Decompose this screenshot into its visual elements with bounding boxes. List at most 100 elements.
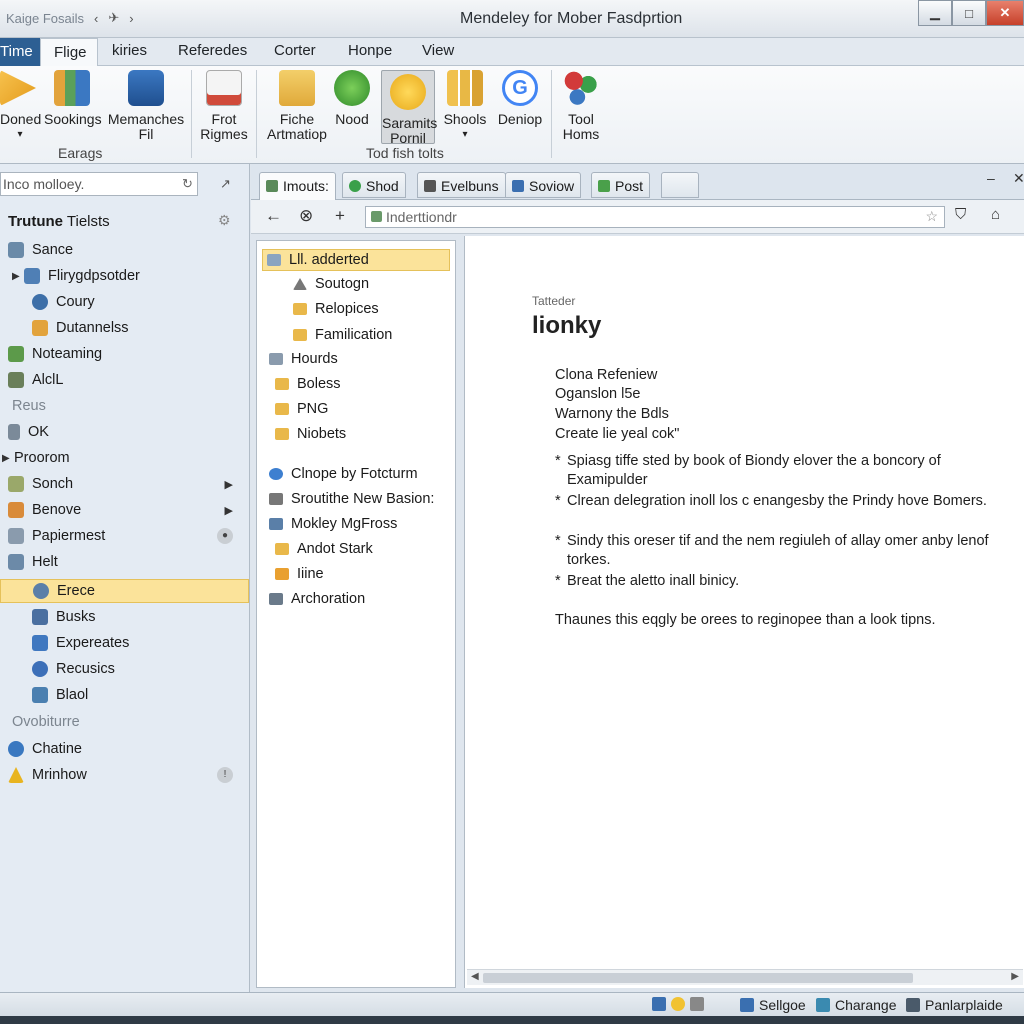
tab-label: Imouts: [283,178,329,194]
smiley-icon[interactable] [671,997,685,1011]
folder-item-selected[interactable]: Lll. adderted [262,249,450,271]
search-input[interactable]: Inco molloey. [0,172,198,196]
sidebar-item[interactable]: Chatine [0,737,249,761]
menu-tab[interactable]: Corter [274,42,316,59]
sidebar-item[interactable]: Mrinhow! [0,763,249,787]
shield-icon[interactable]: ⛉ [955,206,966,223]
back-arrow-icon[interactable]: ← [265,206,282,226]
document-bullet: Spiasg tiffe sted by book of Biondy elov… [555,452,995,490]
menu-file[interactable]: Time [0,38,40,66]
settings-icon[interactable]: ⚙ [218,212,231,229]
sidebar-item[interactable]: Helt [0,550,249,574]
collapse-icon[interactable]: ↗ [220,176,231,192]
ribbon-button-sookings[interactable]: Sookings [44,70,102,127]
sidebar-item[interactable]: Blaol [0,683,249,707]
sidebar-item[interactable]: ▶ Flirygdpsotder [0,264,249,288]
search-icon[interactable]: ↻ [182,176,193,192]
sidebar-item-selected[interactable]: Erece [0,579,249,603]
ribbon-button-deniop[interactable]: G Deniop [494,70,546,127]
back-icon[interactable]: ‹ [94,11,98,26]
maximize-button[interactable]: □ [952,0,986,26]
sync-icon[interactable] [652,997,666,1011]
minimize-button[interactable]: ▁ [918,0,952,26]
sidebar-item[interactable]: Noteaming [0,342,249,366]
refresh-icon[interactable]: ⊗ [299,206,313,226]
status-item[interactable]: Panlarplaide [906,997,1003,1013]
scroll-left-icon[interactable]: ◀ [471,971,479,982]
sidebar-item[interactable]: Dutannelss [0,316,249,340]
tab-imports[interactable]: Imouts: [259,172,336,200]
folder-item[interactable]: Archoration [269,588,467,610]
expand-icon[interactable]: ▶ [12,271,24,282]
bookmark-icon[interactable]: ☆ [925,208,938,225]
ribbon-button-tool[interactable]: Tool Homs [558,70,604,142]
pane-close-icon[interactable]: ✕ [1013,170,1024,187]
sidebar-item[interactable]: Papiermest ● [0,524,249,548]
folder-label: Archoration [291,591,366,607]
folder-item[interactable]: Andot Stark [275,538,473,560]
status-item[interactable]: Sellgoe [740,997,806,1013]
folder-item[interactable]: Familication [293,324,491,346]
tab-soviow[interactable]: Soviow [505,172,582,198]
minimize-pane-icon[interactable]: – [987,170,995,186]
folder-label: Andot Stark [297,541,373,557]
sidebar-item[interactable]: Sonch ▶ [0,472,249,496]
sidebar-item[interactable]: Expereates [0,631,249,655]
menu-tab[interactable]: View [422,42,454,59]
folder-item[interactable]: Soutogn [293,273,491,295]
arrow-icon [0,70,36,106]
folder-item[interactable]: Niobets [275,423,473,445]
tab-post[interactable]: Post [591,172,651,198]
ribbon-button-nood[interactable]: Nood [334,70,370,127]
folder-item[interactable]: Relopices [293,298,491,320]
sidebar-item[interactable]: Coury [0,290,249,314]
ribbon-button-doned[interactable]: Doned ▾ [0,70,41,142]
folder-item[interactable]: Mokley MgFross [269,513,467,535]
folder-item[interactable]: Iiine [275,563,473,585]
folder-item[interactable]: Boless [275,373,473,395]
sidebar-item[interactable]: AlclL [0,368,249,392]
close-button[interactable]: ✕ [986,0,1024,26]
sidebar-item-label: Papiermest [32,528,106,544]
scrollbar-thumb[interactable] [483,973,913,983]
folder-item[interactable]: Clnope by Fotcturm [269,463,467,485]
ribbon-button-shools[interactable]: Shools ▾ [440,70,490,142]
folder-item[interactable]: Hourds [269,348,467,370]
tab-evelbuns[interactable]: Evelbuns [417,172,506,198]
folder-label: Niobets [297,426,347,442]
scroll-right-icon[interactable]: ▶ [1011,971,1019,982]
sidebar-item[interactable]: Recusics [0,657,249,681]
menu-tab[interactable]: Honpe [348,42,392,59]
ribbon-button-saramits[interactable]: Saramits Pornil [381,70,437,146]
folder-item[interactable]: PNG [275,398,473,420]
sidebar-item[interactable]: OK [0,420,249,444]
menu-tab[interactable]: Referedes [178,42,247,59]
menu-tab[interactable]: kiries [112,42,147,59]
expand-icon[interactable]: ▶ [2,453,14,464]
menu-tab-home[interactable]: Flige [40,38,98,67]
sidebar-item[interactable]: Sance [0,238,249,262]
ribbon-button-memanches[interactable]: Memanches Fil [106,70,186,142]
forward-icon[interactable]: › [129,11,133,26]
ribbon-label: Pornil [390,130,426,146]
horizontal-scrollbar[interactable]: ◀ ▶ [467,969,1023,985]
status-item[interactable]: Charange [816,997,897,1013]
ribbon: Doned ▾ Sookings Memanches Fil Frot Rigm… [0,66,1024,164]
new-tab-button[interactable] [661,172,699,198]
add-icon[interactable]: + [335,206,345,226]
pin-icon[interactable]: ✈ [108,10,119,26]
ribbon-button-fiche[interactable]: Fiche Artmatiop [262,70,332,142]
sidebar-item[interactable]: Benove ▶ [0,498,249,522]
sidebar-item[interactable]: ▶ Proorom [0,446,249,470]
address-text: Inderttiondr [386,209,457,225]
tab-shod[interactable]: Shod [342,172,406,198]
folder-item[interactable]: Sroutithe New Basion: [269,488,467,510]
home-icon[interactable]: ⌂ [991,206,1000,223]
document-bullet: Breat the aletto inall binicy. [555,572,995,591]
folder-icon [293,303,307,315]
ribbon-button-frot[interactable]: Frot Rigmes [198,70,250,142]
sidebar-item[interactable]: Busks [0,605,249,629]
address-input[interactable]: Inderttiondr ☆ [365,206,945,228]
tools-icon[interactable] [690,997,704,1011]
tab-label: Shod [366,178,399,194]
